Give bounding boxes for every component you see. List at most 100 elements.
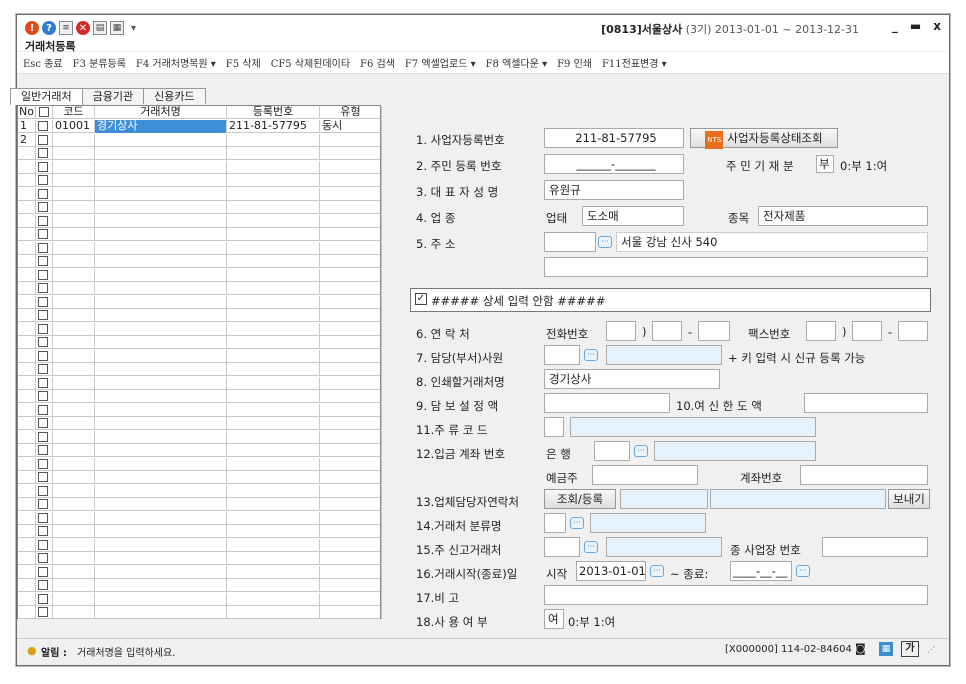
fax-area-field[interactable] <box>806 321 836 341</box>
credit-field[interactable] <box>804 393 928 413</box>
manager-code-field[interactable] <box>544 345 580 365</box>
row-no[interactable] <box>18 295 36 309</box>
category-search-icon[interactable]: ··· <box>570 517 584 529</box>
close-circle-icon[interactable]: ✕ <box>76 21 90 35</box>
table-row[interactable] <box>18 592 382 606</box>
row-regno[interactable] <box>227 592 320 606</box>
row-name[interactable] <box>95 525 227 538</box>
checkbox-cell[interactable] <box>36 511 53 525</box>
row-code[interactable] <box>53 336 95 349</box>
use-field[interactable]: 여 <box>544 609 564 629</box>
fax-last-field[interactable] <box>898 321 928 341</box>
row-no[interactable]: 2 <box>18 133 36 147</box>
row-no[interactable] <box>18 471 36 484</box>
row-checkbox[interactable] <box>38 472 48 482</box>
address-field[interactable]: 서울 강남 신사 540 <box>616 232 928 252</box>
table-row[interactable] <box>18 565 382 579</box>
checkbox-cell[interactable] <box>36 403 53 417</box>
table-row[interactable] <box>18 538 382 552</box>
row-regno[interactable] <box>227 579 320 592</box>
row-type[interactable] <box>320 457 382 471</box>
row-no[interactable] <box>18 403 36 417</box>
checkbox-cell[interactable] <box>36 376 53 390</box>
row-type[interactable] <box>320 552 382 565</box>
checkbox-cell[interactable] <box>36 255 53 268</box>
ceo-field[interactable]: 유원규 <box>544 180 684 200</box>
row-name[interactable] <box>95 579 227 592</box>
category-code-field[interactable] <box>544 513 566 533</box>
category-name-field[interactable] <box>590 513 706 533</box>
row-name[interactable]: 경기상사 <box>95 120 227 133</box>
checkbox-cell[interactable] <box>36 417 53 430</box>
row-no[interactable] <box>18 187 36 201</box>
table-row[interactable] <box>18 525 382 538</box>
row-type[interactable] <box>320 430 382 444</box>
row-type[interactable] <box>320 214 382 228</box>
table-row[interactable] <box>18 471 382 484</box>
row-regno[interactable] <box>227 457 320 471</box>
lookup-register-button[interactable]: 조회/등록 <box>544 489 616 509</box>
checkbox-cell[interactable] <box>36 160 53 174</box>
row-type[interactable] <box>320 538 382 552</box>
row-code[interactable] <box>53 565 95 579</box>
row-no[interactable] <box>18 241 36 255</box>
row-checkbox[interactable] <box>38 377 48 388</box>
row-name[interactable] <box>95 187 227 201</box>
checkbox-cell[interactable] <box>36 322 53 336</box>
memo-field[interactable] <box>544 585 928 605</box>
row-regno[interactable] <box>227 484 320 498</box>
row-code[interactable] <box>53 282 95 295</box>
resize-grip-icon[interactable]: ⋰ <box>927 645 935 654</box>
row-code[interactable] <box>53 133 95 147</box>
checkbox-cell[interactable] <box>36 106 53 119</box>
table-row[interactable] <box>18 174 382 187</box>
row-code[interactable] <box>53 241 95 255</box>
end-calendar-icon[interactable]: ··· <box>796 565 810 577</box>
checkbox-cell[interactable] <box>36 484 53 498</box>
row-name[interactable] <box>95 606 227 619</box>
row-regno[interactable]: 211-81-57795 <box>227 120 320 133</box>
row-name[interactable] <box>95 268 227 282</box>
row-regno[interactable] <box>227 444 320 457</box>
row-code[interactable] <box>53 363 95 376</box>
row-name[interactable] <box>95 538 227 552</box>
liquor-code-field[interactable] <box>544 417 564 437</box>
note-icon[interactable]: ≡ <box>59 21 73 35</box>
table-row[interactable] <box>18 457 382 471</box>
row-name[interactable] <box>95 147 227 160</box>
row-type[interactable] <box>320 471 382 484</box>
row-type[interactable] <box>320 268 382 282</box>
row-name[interactable] <box>95 322 227 336</box>
end-date-field[interactable]: ____-__-__ <box>730 561 792 581</box>
row-regno[interactable] <box>227 403 320 417</box>
f7-button[interactable]: F7 엑셀업로드 ▾ <box>405 55 476 70</box>
row-no[interactable] <box>18 309 36 322</box>
row-checkbox[interactable] <box>38 202 48 212</box>
minimize-button[interactable]: _ <box>892 19 898 33</box>
row-regno[interactable] <box>227 417 320 430</box>
row-checkbox[interactable] <box>38 148 48 158</box>
f9-button[interactable]: F9 인쇄 <box>557 55 592 70</box>
bank-search-icon[interactable]: ··· <box>634 445 648 457</box>
row-checkbox[interactable] <box>38 566 48 577</box>
row-name[interactable] <box>95 444 227 457</box>
row-no[interactable] <box>18 349 36 363</box>
row-code[interactable] <box>53 511 95 525</box>
f4-button[interactable]: F4 거래처명복원 ▾ <box>136 55 216 70</box>
calc-icon[interactable]: ▦ <box>110 21 124 35</box>
checkbox-cell[interactable] <box>36 525 53 538</box>
row-code[interactable] <box>53 538 95 552</box>
row-checkbox[interactable] <box>38 445 48 455</box>
row-type[interactable] <box>320 363 382 376</box>
row-name[interactable] <box>95 552 227 565</box>
table-row[interactable] <box>18 606 382 619</box>
start-calendar-icon[interactable]: ··· <box>650 565 664 577</box>
row-no[interactable] <box>18 268 36 282</box>
row-name[interactable] <box>95 201 227 214</box>
row-code[interactable] <box>53 322 95 336</box>
alert-icon[interactable]: ! <box>25 21 39 35</box>
row-regno[interactable] <box>227 471 320 484</box>
table-row[interactable] <box>18 430 382 444</box>
row-code[interactable] <box>53 255 95 268</box>
row-regno[interactable] <box>227 430 320 444</box>
